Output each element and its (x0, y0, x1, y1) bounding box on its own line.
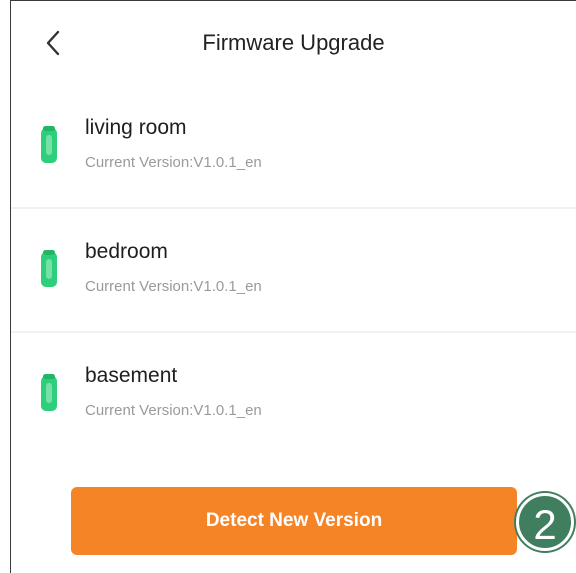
page-title: Firmware Upgrade (202, 30, 385, 55)
top-bar: Firmware Upgrade (11, 1, 576, 86)
device-name: bedroom (85, 240, 168, 263)
device-row-bedroom[interactable]: bedroom Current Version:V1.0.1_en (11, 209, 576, 333)
device-version: Current Version:V1.0.1_en (85, 154, 262, 171)
sensor-device-icon (41, 250, 57, 287)
device-version: Current Version:V1.0.1_en (85, 402, 262, 419)
device-row-basement[interactable]: basement Current Version:V1.0.1_en (11, 333, 576, 457)
device-name: basement (85, 364, 178, 387)
step-number-badge: 2 (516, 493, 574, 551)
sensor-device-icon (41, 126, 57, 163)
sensor-device-icon (41, 374, 57, 411)
device-list: living room Current Version:V1.0.1_en be… (11, 85, 576, 457)
device-version: Current Version:V1.0.1_en (85, 278, 262, 295)
detect-new-version-button[interactable]: Detect New Version (71, 487, 517, 555)
action-area: Detect New Version (11, 453, 576, 573)
app-screen: Firmware Upgrade living room Current Ver… (10, 0, 576, 573)
device-name: living room (85, 116, 187, 139)
device-row-living-room[interactable]: living room Current Version:V1.0.1_en (11, 85, 576, 209)
